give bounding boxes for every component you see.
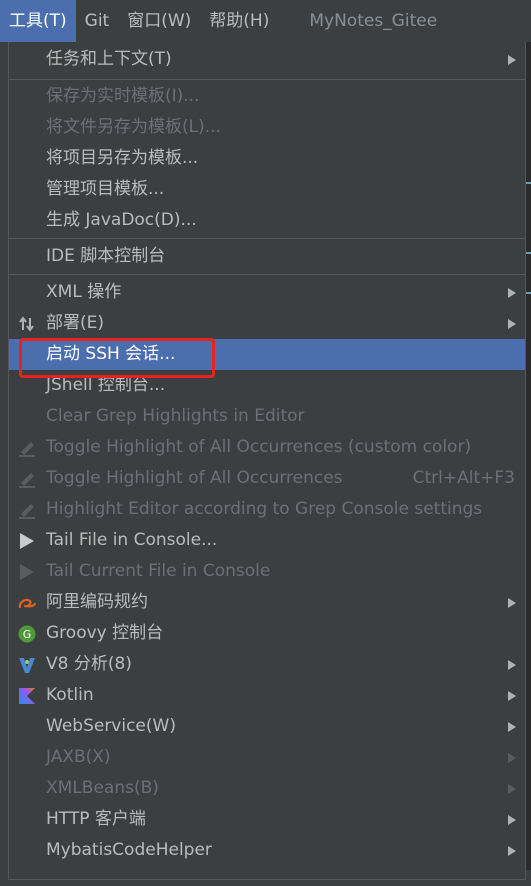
menu-item-tail-current-file: Tail Current File in Console [9, 556, 525, 587]
menu-item-label: 将项目另存为模板... [46, 148, 199, 168]
menu-item-label: 部署(E) [46, 313, 105, 333]
menu-item-label: IDE 脚本控制台 [46, 246, 166, 266]
menu-tools[interactable]: 工具(T) [0, 0, 76, 42]
menu-git[interactable]: Git [76, 0, 119, 42]
menu-item-label: XML 操作 [46, 282, 122, 302]
highlighter-icon [19, 473, 35, 488]
menu-item-label: MybatisCodeHelper [46, 840, 212, 860]
menu-item-label: Groovy 控制台 [46, 623, 164, 643]
menu-window[interactable]: 窗口(W) [118, 0, 200, 42]
submenu-arrow-icon [508, 598, 516, 608]
menu-item-label: Toggle Highlight of All Occurrences [46, 468, 343, 488]
v8-icon [19, 658, 35, 673]
alibaba-logo-icon [18, 598, 36, 609]
menu-item-save-project-template[interactable]: 将项目另存为模板... [9, 143, 525, 174]
menu-item-tail-file[interactable]: Tail File in Console... [9, 525, 525, 556]
menu-item-label: 生成 JavaDoc(D)... [46, 210, 197, 230]
menu-item-tasks-context[interactable]: 任务和上下文(T) [9, 44, 525, 75]
submenu-arrow-icon [508, 691, 516, 701]
menu-item-label: 将文件另存为模板(L)... [46, 117, 221, 137]
menu-item-label: 阿里编码规约 [46, 592, 148, 612]
highlighter-icon [19, 442, 35, 457]
menu-item-alibaba-coding-guidelines[interactable]: 阿里编码规约 [9, 587, 525, 618]
menu-item-xmlbeans: XMLBeans(B) [9, 773, 525, 804]
submenu-arrow-icon [508, 846, 516, 856]
editor-background [526, 42, 531, 886]
menu-item-label: Toggle Highlight of All Occurrences (cus… [46, 437, 472, 457]
menu-item-toggle-highlight-custom: Toggle Highlight of All Occurrences (cus… [9, 432, 525, 463]
menu-bar: 工具(T) Git 窗口(W) 帮助(H) MyNotes_Gitee [0, 0, 531, 42]
menu-item-deployment[interactable]: 部署(E) [9, 308, 525, 339]
menu-item-label: Tail File in Console... [46, 530, 218, 550]
menu-item-save-file-template: 将文件另存为模板(L)... [9, 112, 525, 143]
submenu-arrow-icon [508, 288, 516, 298]
submenu-arrow-icon [508, 319, 516, 329]
submenu-arrow-icon [508, 722, 516, 732]
groovy-icon: G [18, 625, 36, 643]
menu-separator [9, 274, 525, 275]
menu-item-mybatis-code-helper[interactable]: MybatisCodeHelper [9, 835, 525, 866]
svg-text:G: G [23, 628, 32, 641]
menu-item-label: 任务和上下文(T) [46, 49, 172, 69]
menu-item-webservice[interactable]: WebService(W) [9, 711, 525, 742]
menu-item-shortcut: Ctrl+Alt+F3 [412, 468, 515, 488]
menu-separator [9, 238, 525, 239]
deploy-arrows-icon [19, 316, 34, 332]
play-icon [20, 564, 34, 580]
menu-item-label: WebService(W) [46, 716, 176, 736]
menu-item-clear-grep-highlights: Clear Grep Highlights in Editor [9, 401, 525, 432]
submenu-arrow-icon [508, 753, 516, 763]
menu-item-label: 保存为实时模板(I)... [46, 86, 200, 106]
project-title: MyNotes_Gitee [309, 11, 438, 31]
menu-item-jaxb: JAXB(X) [9, 742, 525, 773]
play-icon [20, 533, 34, 549]
submenu-arrow-icon [508, 815, 516, 825]
menu-item-groovy-console[interactable]: G Groovy 控制台 [9, 618, 525, 649]
menu-item-label: Tail Current File in Console [46, 561, 271, 581]
annotation-highlight-box [19, 338, 215, 378]
submenu-arrow-icon [508, 784, 516, 794]
menu-item-label: Kotlin [46, 685, 94, 705]
menu-item-ide-script-console[interactable]: IDE 脚本控制台 [9, 241, 525, 272]
menu-item-highlight-editor-grep: Highlight Editor according to Grep Conso… [9, 494, 525, 525]
menu-item-v8-profiling[interactable]: V8 分析(8) [9, 649, 525, 680]
menu-item-label: V8 分析(8) [46, 654, 132, 674]
menu-item-generate-javadoc[interactable]: 生成 JavaDoc(D)... [9, 205, 525, 236]
menu-item-save-live-template: 保存为实时模板(I)... [9, 81, 525, 112]
menu-separator [9, 79, 525, 80]
menu-help[interactable]: 帮助(H) [200, 0, 278, 42]
menu-item-label: Highlight Editor according to Grep Conso… [46, 499, 483, 519]
menu-item-label: XMLBeans(B) [46, 778, 159, 798]
menu-item-xml-actions[interactable]: XML 操作 [9, 277, 525, 308]
menu-item-label: Clear Grep Highlights in Editor [46, 406, 305, 426]
submenu-arrow-icon [508, 55, 516, 65]
menu-item-kotlin[interactable]: Kotlin [9, 680, 525, 711]
kotlin-icon [19, 688, 35, 704]
menu-item-http-client[interactable]: HTTP 客户端 [9, 804, 525, 835]
menu-item-toggle-highlight-all: Toggle Highlight of All Occurrences Ctrl… [9, 463, 525, 494]
submenu-arrow-icon [508, 660, 516, 670]
highlighter-icon [19, 504, 35, 519]
menu-item-manage-project-templates[interactable]: 管理项目模板... [9, 174, 525, 205]
menu-item-label: HTTP 客户端 [46, 809, 146, 829]
tools-dropdown-menu: 任务和上下文(T) 保存为实时模板(I)... 将文件另存为模板(L)... 将… [8, 42, 526, 880]
menu-item-label: JAXB(X) [46, 747, 111, 767]
menu-item-label: 管理项目模板... [46, 179, 165, 199]
